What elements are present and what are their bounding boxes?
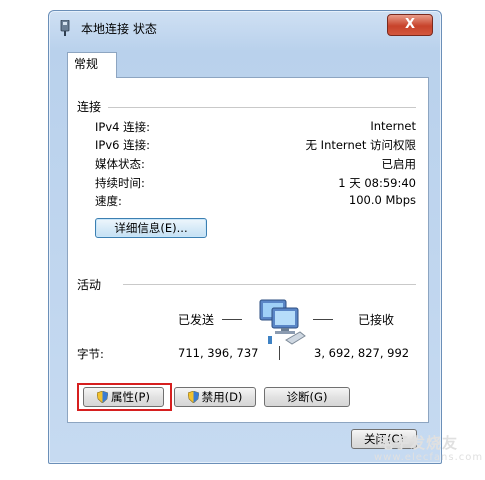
duration-value: 1 天 08:59:40 (338, 176, 416, 190)
network-adapter-icon (60, 20, 70, 36)
details-button[interactable]: 详细信息(E)... (95, 218, 207, 238)
connection-group-heading: 连接 (77, 100, 102, 114)
general-panel: 连接 IPv4 连接: Internet IPv6 连接: 无 Internet… (67, 77, 429, 423)
diagnose-button[interactable]: 诊断(G) (264, 387, 350, 407)
speed-value: 100.0 Mbps (348, 193, 416, 207)
ipv6-value: 无 Internet 访问权限 (305, 138, 416, 152)
sent-label: 已发送 (178, 313, 215, 327)
ipv6-label: IPv6 连接: (95, 138, 150, 152)
media-state-label: 媒体状态: (95, 157, 145, 171)
properties-button[interactable]: 属性(P) (83, 387, 164, 407)
activity-divider (123, 284, 416, 285)
received-line (313, 319, 333, 320)
uac-shield-icon (97, 391, 109, 403)
bytes-separator (279, 346, 280, 360)
watermark-text: 电子发烧友 (378, 434, 459, 452)
disable-button-label: 禁用(D) (201, 390, 243, 404)
properties-button-label: 属性(P) (111, 390, 150, 404)
media-state-value: 已启用 (381, 157, 417, 171)
duration-label: 持续时间: (95, 176, 145, 190)
sent-line (222, 319, 242, 320)
speed-label: 速度: (95, 194, 122, 208)
received-label: 已接收 (358, 313, 395, 327)
disable-button[interactable]: 禁用(D) (174, 387, 256, 407)
watermark-url: www.elecfans.com (374, 452, 484, 463)
window-close-button[interactable]: X (387, 14, 433, 36)
ipv4-value: Internet (370, 119, 416, 133)
bytes-received-value: 3, 692, 827, 992 (314, 346, 410, 360)
bytes-label: 字节: (77, 347, 104, 361)
connection-divider (108, 107, 416, 108)
bytes-sent-value: 711, 396, 737 (178, 346, 259, 360)
network-computers-icon (259, 299, 306, 345)
window-title: 本地连接 状态 (81, 22, 157, 36)
ipv4-label: IPv4 连接: (95, 120, 150, 134)
activity-group-heading: 活动 (77, 278, 102, 292)
uac-shield-icon (187, 391, 199, 403)
status-dialog: 本地连接 状态 X 常规 连接 IPv4 连接: Internet IPv6 连… (48, 10, 442, 464)
tab-general[interactable]: 常规 (67, 52, 117, 78)
